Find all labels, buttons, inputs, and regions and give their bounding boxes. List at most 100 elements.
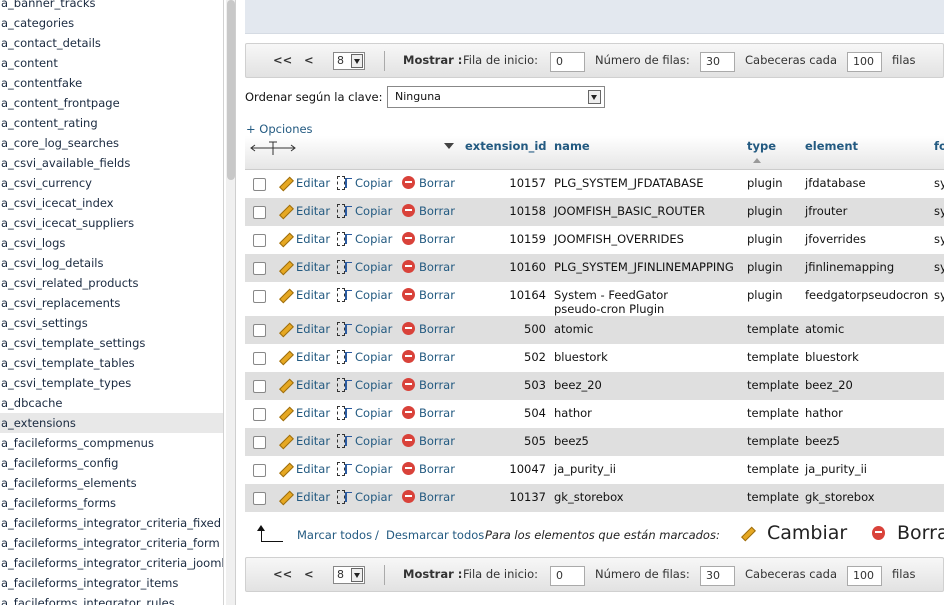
sidebar-table-item[interactable]: a_csvi_template_tables <box>0 353 223 373</box>
page-select[interactable]: 8 <box>333 566 365 584</box>
sidebar-table-item[interactable]: a_csvi_currency <box>0 173 223 193</box>
sidebar-table-item[interactable]: a_csvi_replacements <box>0 293 223 313</box>
sidebar-table-item[interactable]: a_csvi_icecat_suppliers <box>0 213 223 233</box>
start-row-input[interactable]: 0 <box>550 52 585 72</box>
copy-link[interactable]: Copiar <box>337 288 392 302</box>
sidebar-table-item[interactable]: a_csvi_log_details <box>0 253 223 273</box>
row-checkbox[interactable] <box>253 464 266 477</box>
sidebar-table-item[interactable]: a_facileforms_elements <box>0 473 223 493</box>
delete-link[interactable]: Borrar <box>402 232 455 246</box>
sidebar-table-item[interactable]: a_facileforms_config <box>0 453 223 473</box>
order-select[interactable]: Ninguna <box>387 86 605 108</box>
options-link[interactable]: + Opciones <box>246 122 313 136</box>
sidebar-table-item[interactable]: a_csvi_template_types <box>0 373 223 393</box>
row-checkbox[interactable] <box>253 436 266 449</box>
delete-link[interactable]: Borrar <box>402 176 455 190</box>
row-checkbox[interactable] <box>253 380 266 393</box>
sidebar-table-item[interactable]: a_csvi_logs <box>0 233 223 253</box>
delete-link[interactable]: Borrar <box>402 204 455 218</box>
prev-page-button[interactable]: < <box>304 44 314 77</box>
copy-link[interactable]: Copiar <box>337 204 392 218</box>
column-header-name[interactable]: name <box>554 139 590 153</box>
show-button[interactable]: Mostrar : <box>403 44 462 77</box>
sidebar-table-item[interactable]: a_core_log_searches <box>0 133 223 153</box>
first-page-button[interactable]: << <box>273 558 292 591</box>
copy-link[interactable]: Copiar <box>337 406 392 420</box>
sidebar-table-item[interactable]: a_content <box>0 53 223 73</box>
sidebar-table-item[interactable]: a_csvi_available_fields <box>0 153 223 173</box>
num-rows-input[interactable]: 30 <box>700 566 735 586</box>
sidebar-table-item[interactable]: a_facileforms_forms <box>0 493 223 513</box>
sidebar-table-item[interactable]: a_csvi_template_settings <box>0 333 223 353</box>
sidebar-table-item[interactable]: a_content_rating <box>0 113 223 133</box>
show-button[interactable]: Mostrar : <box>403 558 462 591</box>
copy-link[interactable]: Copiar <box>337 490 392 504</box>
delete-link[interactable]: Borrar <box>402 462 455 476</box>
num-rows-input[interactable]: 30 <box>700 52 735 72</box>
row-checkbox[interactable] <box>253 262 266 275</box>
row-checkbox[interactable] <box>253 352 266 365</box>
sidebar-table-item[interactable]: a_facileforms_integrator_criteria_joomla <box>0 553 223 573</box>
page-select[interactable]: 8 <box>333 52 365 70</box>
sidebar-table-item[interactable]: a_contentfake <box>0 73 223 93</box>
sidebar-table-item[interactable]: a_categories <box>0 13 223 33</box>
copy-link[interactable]: Copiar <box>337 378 392 392</box>
delete-selected-button[interactable]: Borra <box>872 522 944 544</box>
delete-link[interactable]: Borrar <box>402 406 455 420</box>
row-checkbox[interactable] <box>253 324 266 337</box>
row-checkbox[interactable] <box>253 492 266 505</box>
column-header-type[interactable]: type <box>747 139 776 153</box>
sidebar-table-item[interactable]: a_facileforms_integrator_criteria_fixed <box>0 513 223 533</box>
sidebar-table-item[interactable]: a_csvi_icecat_index <box>0 193 223 213</box>
edit-link[interactable]: Editar <box>278 288 330 302</box>
headers-every-input[interactable]: 100 <box>847 52 882 72</box>
edit-link[interactable]: Editar <box>278 232 330 246</box>
sidebar-table-item[interactable]: a_dbcache <box>0 393 223 413</box>
edit-link[interactable]: Editar <box>278 406 330 420</box>
copy-link[interactable]: Copiar <box>337 232 392 246</box>
headers-every-input[interactable]: 100 <box>847 566 882 586</box>
change-button[interactable]: Cambiar <box>740 522 847 544</box>
sidebar-table-item[interactable]: a_facileforms_compmenus <box>0 433 223 453</box>
delete-link[interactable]: Borrar <box>402 350 455 364</box>
sidebar-table-item[interactable]: a_facileforms_integrator_items <box>0 573 223 593</box>
copy-link[interactable]: Copiar <box>337 260 392 274</box>
edit-link[interactable]: Editar <box>278 204 330 218</box>
sidebar-table-item[interactable]: a_csvi_settings <box>0 313 223 333</box>
edit-link[interactable]: Editar <box>278 176 330 190</box>
prev-page-button[interactable]: < <box>304 558 314 591</box>
sidebar-table-item[interactable]: a_extensions <box>0 413 223 433</box>
edit-link[interactable]: Editar <box>278 322 330 336</box>
edit-link[interactable]: Editar <box>278 462 330 476</box>
mark-all-link[interactable]: Marcar todos <box>297 528 372 542</box>
delete-link[interactable]: Borrar <box>402 260 455 274</box>
sidebar-table-item[interactable]: a_facileforms_integrator_rules <box>0 593 223 605</box>
edit-link[interactable]: Editar <box>278 378 330 392</box>
sidebar-table-item[interactable]: a_csvi_related_products <box>0 273 223 293</box>
row-checkbox[interactable] <box>253 408 266 421</box>
copy-link[interactable]: Copiar <box>337 176 392 190</box>
delete-link[interactable]: Borrar <box>402 434 455 448</box>
sidebar-table-item[interactable]: a_banner_tracks <box>0 0 223 13</box>
sidebar-table-item[interactable]: a_contact_details <box>0 33 223 53</box>
row-checkbox[interactable] <box>253 234 266 247</box>
row-checkbox[interactable] <box>253 290 266 303</box>
sidebar-table-item[interactable]: a_facileforms_integrator_criteria_form <box>0 533 223 553</box>
copy-link[interactable]: Copiar <box>337 434 392 448</box>
delete-link[interactable]: Borrar <box>402 288 455 302</box>
column-header-folder[interactable]: fo <box>934 139 944 153</box>
column-resize-arrows-icon[interactable] <box>249 140 297 156</box>
copy-link[interactable]: Copiar <box>337 350 392 364</box>
edit-link[interactable]: Editar <box>278 350 330 364</box>
row-checkbox[interactable] <box>253 206 266 219</box>
delete-link[interactable]: Borrar <box>402 490 455 504</box>
sort-dropdown-icon[interactable] <box>443 141 455 151</box>
copy-link[interactable]: Copiar <box>337 462 392 476</box>
first-page-button[interactable]: << <box>273 44 292 77</box>
edit-link[interactable]: Editar <box>278 490 330 504</box>
sidebar-scrollbar-thumb[interactable] <box>227 0 235 180</box>
sidebar-table-item[interactable]: a_content_frontpage <box>0 93 223 113</box>
column-header-extension-id[interactable]: extension_id <box>465 139 547 153</box>
edit-link[interactable]: Editar <box>278 260 330 274</box>
column-header-element[interactable]: element <box>805 139 858 153</box>
